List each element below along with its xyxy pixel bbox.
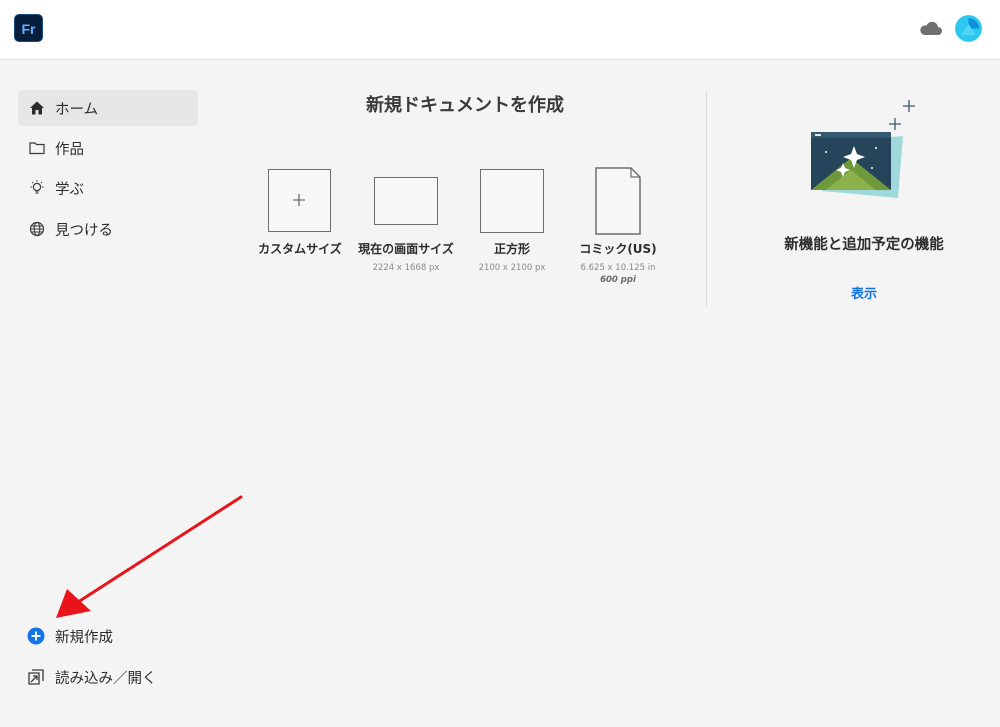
- sidebar-item-discover[interactable]: 見つける: [18, 211, 198, 247]
- sidebar-item-home[interactable]: ホーム: [18, 90, 198, 126]
- new-document-button[interactable]: 新規作成: [26, 624, 113, 648]
- folder-icon: [28, 139, 46, 157]
- preset-size: 6.625 x 10.125 in: [580, 263, 656, 273]
- whats-new-illustration: [811, 100, 915, 198]
- preset-size: 2224 x 1668 px: [372, 263, 440, 273]
- preset-comic-us[interactable]: コミック(US) 6.625 x 10.125 in 600 ppi: [563, 165, 673, 286]
- preset-label: 正方形: [493, 242, 530, 256]
- new-document-label: 新規作成: [55, 629, 113, 646]
- sidebar-item-label: 学ぶ: [55, 181, 84, 198]
- divider: [706, 90, 707, 306]
- whats-new-title: 新機能と追加予定の機能: [784, 237, 944, 253]
- preset-resolution: 600 ppi: [600, 275, 636, 285]
- page-shape: [595, 167, 641, 235]
- sidebar-item-learn[interactable]: 学ぶ: [18, 170, 198, 206]
- avatar[interactable]: [955, 15, 982, 42]
- import-open-button[interactable]: 読み込み／開く: [26, 665, 157, 689]
- plus-circle-icon: [26, 626, 46, 646]
- lightbulb-icon: [28, 179, 46, 197]
- preset-current-screen[interactable]: 現在の画面サイズ 2224 x 1668 px: [351, 165, 461, 274]
- globe-icon: [28, 220, 46, 238]
- plus-icon: [268, 169, 331, 232]
- preset-size: 2100 x 2100 px: [478, 263, 546, 273]
- preset-label: 現在の画面サイズ: [358, 242, 454, 256]
- whats-new-view-link[interactable]: 表示: [720, 283, 1000, 302]
- app-logo: Fr: [14, 14, 43, 42]
- sidebar-item-label: ホーム: [55, 101, 99, 118]
- preset-label: コミック(US): [579, 242, 657, 256]
- sidebar-item-label: 作品: [55, 141, 84, 158]
- sidebar-item-label: 見つける: [55, 222, 113, 239]
- cloud-icon[interactable]: [918, 18, 944, 40]
- import-icon: [26, 667, 46, 687]
- sidebar-item-works[interactable]: 作品: [18, 130, 198, 166]
- page-title: 新規ドキュメントを作成: [366, 95, 564, 116]
- preset-custom-size[interactable]: カスタムサイズ: [245, 165, 355, 256]
- import-open-label: 読み込み／開く: [55, 670, 157, 687]
- home-icon: [28, 99, 46, 117]
- square-shape: [480, 169, 544, 233]
- preset-label: カスタムサイズ: [258, 242, 342, 256]
- landscape-shape: [374, 177, 438, 225]
- preset-square[interactable]: 正方形 2100 x 2100 px: [457, 165, 567, 274]
- top-bar: Fr: [0, 0, 1000, 60]
